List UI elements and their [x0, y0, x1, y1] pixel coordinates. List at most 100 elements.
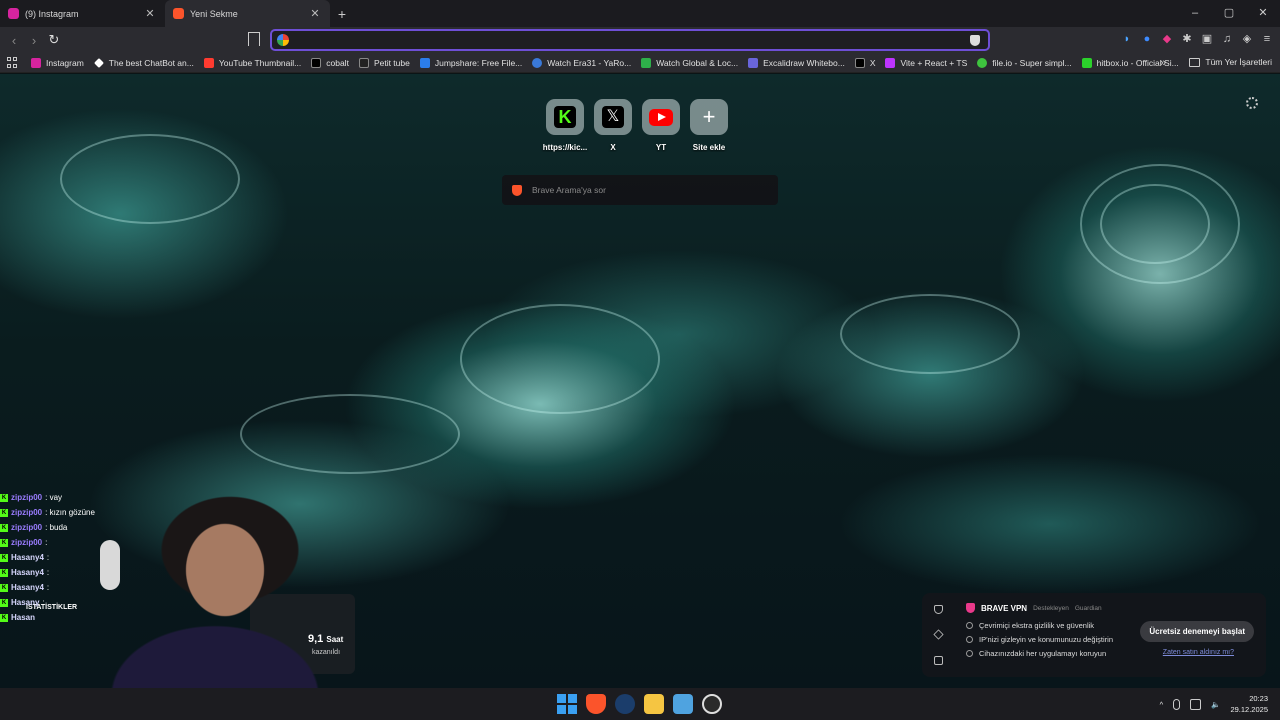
bookmark-item[interactable]: cobalt	[311, 57, 349, 68]
warning-icon[interactable]	[932, 629, 944, 641]
maximize-button[interactable]: ▢	[1212, 0, 1246, 27]
all-bookmarks-button[interactable]: Tüm Yer İşaretleri	[1189, 57, 1272, 67]
apps-icon[interactable]	[7, 56, 19, 69]
stream-chat: Kzipzip00: vay Kzipzip00: kızın gözüne K…	[0, 490, 110, 710]
bookmark-item[interactable]: Vite + React + TS	[885, 57, 967, 68]
wallet-icon[interactable]: ◈	[1240, 32, 1254, 46]
taskbar-apps	[557, 694, 722, 714]
card-icon[interactable]	[933, 655, 943, 665]
wave-swirl	[240, 394, 460, 474]
music-icon[interactable]: ♫	[1220, 32, 1234, 46]
chat-message: K Hasan	[0, 613, 36, 622]
x-icon	[854, 57, 865, 68]
puzzle-icon[interactable]: ✱	[1180, 32, 1194, 46]
chat-message: Kzipzip00: buda	[0, 523, 68, 532]
close-window-button[interactable]: ✕	[1246, 0, 1280, 27]
minimize-button[interactable]: –	[1178, 0, 1212, 27]
volume-icon[interactable]: 🔈	[1211, 700, 1220, 709]
bookmark-icon[interactable]	[248, 32, 260, 46]
stats-value: 9,1 Saat	[308, 633, 344, 645]
shield-icon[interactable]	[933, 605, 943, 615]
extension-blue-icon[interactable]: ●	[1140, 32, 1154, 46]
gear-icon[interactable]	[1246, 97, 1258, 109]
windows-start-icon[interactable]	[557, 694, 577, 714]
brave-shields-icon[interactable]	[970, 34, 980, 46]
file-explorer-icon[interactable]	[644, 694, 664, 714]
kick-badge-icon: K	[0, 508, 8, 517]
date: 29.12.2025	[1230, 705, 1268, 714]
start-trial-button[interactable]: Ücretsiz denemeyi başlat	[1140, 621, 1254, 642]
sidebar-icon[interactable]: ▣	[1200, 32, 1214, 46]
bookmark-item[interactable]: Excalidraw Whitebo...	[748, 57, 845, 68]
kick-badge-icon: K	[0, 553, 8, 562]
address-bar[interactable]	[270, 29, 990, 51]
bookmark-item[interactable]: YouTube Thumbnail...	[203, 57, 301, 68]
top-site-x[interactable]: 𝕏 X	[594, 99, 632, 152]
new-tab-button[interactable]: +	[330, 6, 354, 22]
microphone-icon[interactable]	[1173, 698, 1181, 710]
add-site-button[interactable]: + Site ekle	[690, 99, 728, 152]
speech-icon[interactable]: ◗	[1120, 32, 1134, 46]
tab-new-tab[interactable]: Yeni Sekme ✕	[165, 0, 330, 27]
era31-icon	[532, 57, 543, 68]
obs-icon[interactable]	[702, 694, 722, 714]
forward-button[interactable]: ›	[24, 33, 44, 48]
tab-instagram[interactable]: (9) Instagram ✕	[0, 0, 165, 27]
bookmark-item[interactable]: file.io - Super simpl...	[977, 57, 1072, 68]
bookmark-item[interactable]: X	[854, 57, 875, 68]
taskbar: ^ 🔈 20:23 29.12.2025	[0, 688, 1280, 720]
bookmark-item[interactable]: The best ChatBot an...	[93, 57, 194, 68]
vpn-promo-card: BRAVE VPN Destekleyen Guardian Çevrimiçi…	[954, 593, 1266, 677]
youtube-thumbnail-icon	[203, 57, 214, 68]
kick-badge-icon: K	[0, 493, 8, 502]
brave-search-box[interactable]	[502, 175, 778, 205]
kick-badge-icon: K	[0, 568, 8, 577]
vite-icon	[885, 57, 896, 68]
close-icon[interactable]: ✕	[308, 7, 322, 20]
youtube-icon	[649, 108, 673, 126]
time: 20:23	[1249, 694, 1268, 703]
network-icon[interactable]	[1190, 698, 1202, 710]
steam-icon[interactable]	[615, 694, 635, 714]
menu-icon[interactable]: ≡	[1260, 32, 1274, 46]
chatbot-icon	[93, 57, 104, 68]
bookmark-item[interactable]: Instagram	[31, 57, 84, 68]
reload-button[interactable]: ↻	[44, 32, 64, 48]
bookmark-item[interactable]: Jumpshare: Free File...	[419, 57, 522, 68]
kick-badge-icon: K	[0, 538, 8, 547]
close-icon[interactable]: ✕	[143, 7, 157, 20]
vpn-icon[interactable]: ◆	[1160, 32, 1174, 46]
top-site-youtube[interactable]: YT	[642, 99, 680, 152]
bookmarks-overflow-button[interactable]: »	[1160, 57, 1166, 69]
already-purchased-link[interactable]: Zaten satın aldınız mı?	[1163, 649, 1234, 656]
check-icon	[966, 650, 973, 657]
tab-title: Yeni Sekme	[190, 8, 238, 19]
folder-icon	[1189, 57, 1201, 67]
top-sites: K https://kic... 𝕏 X YT + Site ekle	[543, 99, 728, 152]
chat-message: K Hasany:	[0, 598, 45, 607]
cobalt-icon	[311, 57, 322, 68]
jumpshare-icon	[419, 57, 430, 68]
bookmark-item[interactable]: Petit tube	[358, 57, 410, 68]
x-icon: 𝕏	[602, 106, 624, 128]
chat-message: Kzipzip00: vay	[0, 493, 63, 502]
photos-icon[interactable]	[673, 694, 693, 714]
bookmark-item[interactable]: Watch Era31 - YaRo...	[532, 57, 631, 68]
brave-browser-icon[interactable]	[586, 694, 606, 714]
chat-message: Kzipzip00:	[0, 538, 48, 547]
url-input[interactable]	[295, 34, 970, 46]
clock[interactable]: 20:23 29.12.2025	[1230, 693, 1268, 715]
window-controls: – ▢ ✕	[1178, 0, 1280, 27]
widget-rail	[922, 593, 954, 677]
vpn-title: BRAVE VPN	[981, 603, 1028, 613]
back-button[interactable]: ‹	[4, 33, 24, 48]
bookmark-item[interactable]: Watch Global & Loc...	[641, 57, 738, 68]
chevron-up-icon[interactable]: ^	[1160, 700, 1164, 709]
excalidraw-icon	[748, 57, 759, 68]
petit-tube-icon	[358, 57, 369, 68]
search-input[interactable]	[532, 185, 778, 195]
check-icon	[966, 636, 973, 643]
top-site-kick[interactable]: K https://kic...	[543, 99, 587, 152]
brave-icon	[173, 8, 184, 19]
tab-title: (9) Instagram	[25, 8, 79, 19]
